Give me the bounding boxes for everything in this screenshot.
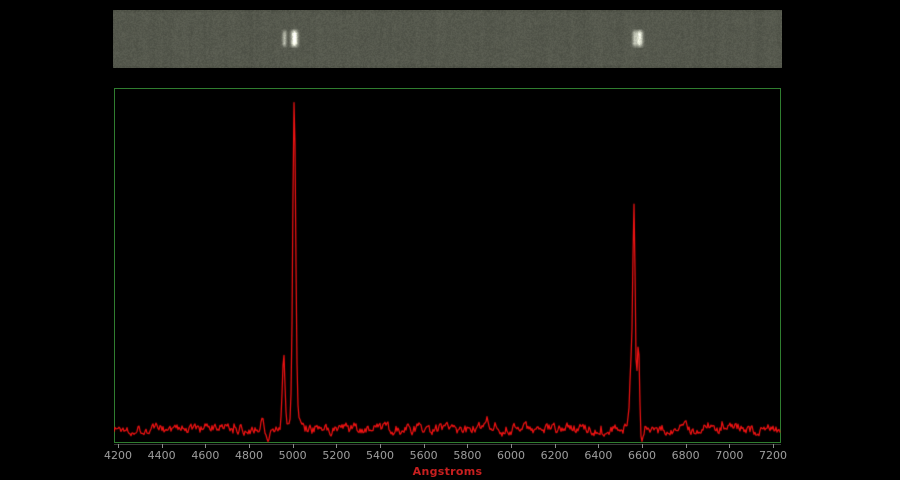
axis-tick-label: 4800	[235, 449, 263, 462]
axis-tick-label: 7200	[759, 449, 787, 462]
axis-tick	[642, 444, 643, 448]
axis-tick-label: 5400	[366, 449, 394, 462]
axis-tick	[118, 444, 119, 448]
axis-tick	[598, 444, 599, 448]
axis-tick	[686, 444, 687, 448]
axis-tick	[555, 444, 556, 448]
x-axis-label: Angstroms	[114, 465, 781, 478]
axis-tick	[380, 444, 381, 448]
axis-tick-label: 4200	[104, 449, 132, 462]
axis-tick-label: 5800	[453, 449, 481, 462]
axis-tick	[729, 444, 730, 448]
axis-tick-label: 5000	[279, 449, 307, 462]
axis-tick-label: 6400	[584, 449, 612, 462]
axis-tick-label: 7000	[715, 449, 743, 462]
axis-tick	[293, 444, 294, 448]
app-background: { "window": { "width": 900, "height": 48…	[0, 0, 900, 480]
axis-tick	[162, 444, 163, 448]
axis-tick	[511, 444, 512, 448]
x-axis-line	[114, 444, 781, 445]
axis-tick	[467, 444, 468, 448]
axis-tick-label: 4600	[191, 449, 219, 462]
axis-tick-label: 6800	[672, 449, 700, 462]
x-axis: Angstroms 4200 4400 4600 4800 5000 5200 5400 56…	[0, 0, 900, 480]
axis-tick-label: 6200	[541, 449, 569, 462]
axis-tick	[336, 444, 337, 448]
axis-tick-label: 6600	[628, 449, 656, 462]
axis-tick-label: 6000	[497, 449, 525, 462]
axis-tick	[424, 444, 425, 448]
axis-tick	[249, 444, 250, 448]
axis-tick	[773, 444, 774, 448]
axis-tick-label: 4400	[148, 449, 176, 462]
axis-tick-label: 5200	[322, 449, 350, 462]
axis-tick-label: 5600	[410, 449, 438, 462]
axis-tick	[205, 444, 206, 448]
